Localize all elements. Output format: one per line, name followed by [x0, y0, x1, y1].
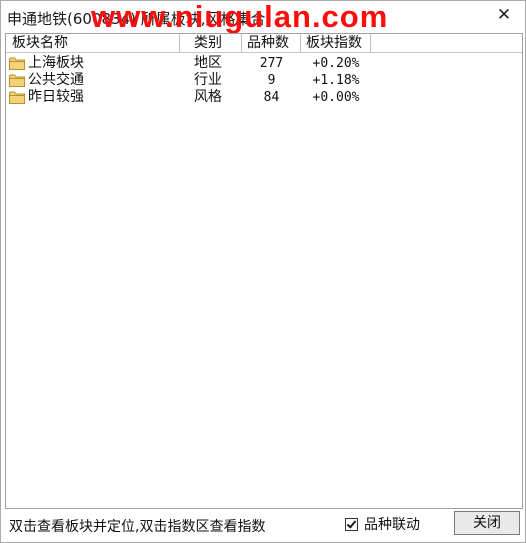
sector-type: 地区 [194, 55, 222, 71]
table-row[interactable]: 上海板块 地区 277 +0.20% [6, 55, 522, 72]
folder-icon [9, 74, 25, 87]
sector-count: 84 [263, 90, 280, 105]
table-row[interactable]: 昨日较强 风格 84 +0.00% [6, 89, 522, 106]
linkage-label[interactable]: 品种联动 [364, 514, 420, 534]
dialog-window: 申通地铁(600834) 所属板块,风格集合 www.niugulan.com … [0, 0, 526, 543]
sector-index[interactable]: +0.20% [301, 55, 371, 72]
column-header-count[interactable]: 品种数 [242, 34, 301, 52]
sector-table: 板块名称 类别 品种数 板块指数 上海板块 地区 277 +0.20% 公共交通… [5, 33, 523, 509]
sector-name: 公共交通 [28, 72, 84, 88]
column-header-index[interactable]: 板块指数 [301, 34, 371, 52]
sector-name: 昨日较强 [28, 89, 84, 105]
sector-type: 行业 [194, 72, 222, 88]
close-button[interactable]: 关闭 [454, 511, 520, 535]
sector-count: 277 [259, 56, 284, 71]
checkbox-box[interactable] [345, 517, 358, 531]
folder-icon [9, 57, 25, 70]
checkmark-icon [346, 517, 357, 529]
title-bar: 申通地铁(600834) 所属板块,风格集合 www.niugulan.com … [1, 0, 525, 34]
sector-count: 9 [267, 73, 276, 88]
table-header: 板块名称 类别 品种数 板块指数 [6, 34, 522, 53]
sector-name: 上海板块 [28, 55, 84, 71]
table-row[interactable]: 公共交通 行业 9 +1.18% [6, 72, 522, 89]
sector-index[interactable]: +0.00% [301, 89, 371, 106]
folder-icon [9, 91, 25, 104]
watermark-text: www.niugulan.com [91, 0, 389, 34]
linkage-checkbox[interactable]: 品种联动 [345, 515, 420, 533]
column-header-name[interactable]: 板块名称 [6, 34, 180, 52]
column-header-type[interactable]: 类别 [180, 34, 242, 52]
footer-hint: 双击查看板块并定位,双击指数区查看指数 [9, 519, 266, 535]
close-icon[interactable]: ✕ [495, 6, 513, 24]
sector-index[interactable]: +1.18% [301, 72, 371, 89]
sector-type: 风格 [194, 89, 222, 105]
